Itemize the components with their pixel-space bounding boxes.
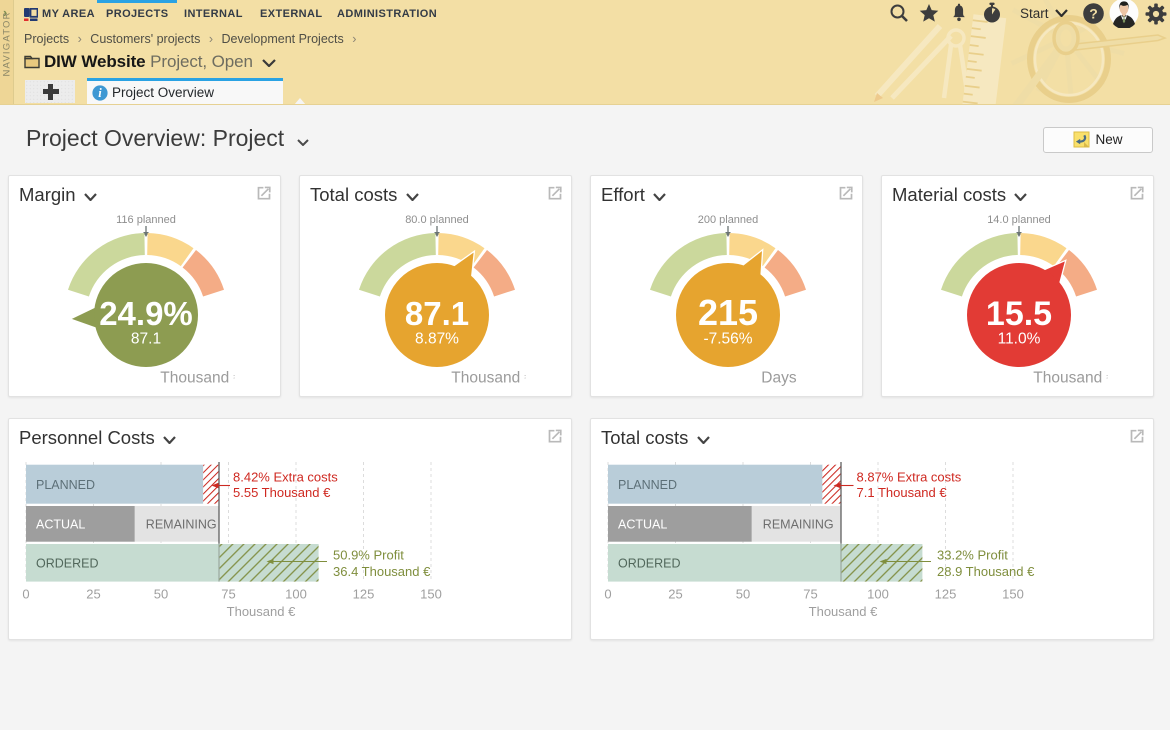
svg-text:REMAINING: REMAINING bbox=[146, 517, 217, 531]
svg-text:8.87%: 8.87% bbox=[415, 331, 459, 348]
svg-text:ORDERED: ORDERED bbox=[618, 556, 681, 570]
svg-text:14.0 planned: 14.0 planned bbox=[987, 214, 1051, 226]
svg-text:Days: Days bbox=[761, 370, 797, 387]
svg-text:50: 50 bbox=[736, 587, 750, 602]
svg-text:Thousand €: Thousand € bbox=[160, 370, 242, 387]
svg-text:15.5: 15.5 bbox=[986, 295, 1052, 333]
svg-text:215: 215 bbox=[698, 292, 758, 333]
svg-text:75: 75 bbox=[803, 587, 817, 602]
svg-text:0: 0 bbox=[604, 587, 611, 602]
svg-text:8.87% Extra costs: 8.87% Extra costs bbox=[857, 470, 962, 485]
svg-text:PLANNED: PLANNED bbox=[618, 478, 677, 492]
svg-text:87.1: 87.1 bbox=[131, 331, 161, 348]
svg-text:150: 150 bbox=[1002, 587, 1024, 602]
svg-text:PLANNED: PLANNED bbox=[36, 478, 95, 492]
svg-text:11.0%: 11.0% bbox=[998, 331, 1041, 348]
svg-text:125: 125 bbox=[353, 587, 375, 602]
svg-text:Thousand €: Thousand € bbox=[227, 604, 296, 619]
svg-text:28.9 Thousand €: 28.9 Thousand € bbox=[937, 564, 1035, 579]
svg-text:ACTUAL: ACTUAL bbox=[36, 517, 85, 531]
svg-text:Thousand €: Thousand € bbox=[1033, 370, 1115, 387]
svg-text:ACTUAL: ACTUAL bbox=[618, 517, 667, 531]
svg-text:50.9% Profit: 50.9% Profit bbox=[333, 548, 404, 563]
svg-text:150: 150 bbox=[420, 587, 442, 602]
svg-text:ORDERED: ORDERED bbox=[36, 556, 99, 570]
svg-text:75: 75 bbox=[221, 587, 235, 602]
svg-text:25: 25 bbox=[86, 587, 100, 602]
svg-text:0: 0 bbox=[22, 587, 29, 602]
svg-text:36.4 Thousand €: 36.4 Thousand € bbox=[333, 564, 431, 579]
svg-text:24.9%: 24.9% bbox=[99, 295, 193, 332]
svg-text:REMAINING: REMAINING bbox=[763, 517, 834, 531]
svg-text:8.42% Extra costs: 8.42% Extra costs bbox=[233, 470, 338, 485]
svg-text:-7.56%: -7.56% bbox=[703, 331, 752, 348]
svg-text:100: 100 bbox=[867, 587, 889, 602]
svg-text:200 planned: 200 planned bbox=[698, 214, 759, 226]
svg-text:Thousand €: Thousand € bbox=[809, 604, 878, 619]
svg-text:25: 25 bbox=[668, 587, 682, 602]
svg-text:100: 100 bbox=[285, 587, 307, 602]
svg-text:?: ? bbox=[1089, 5, 1098, 21]
svg-text:7.1 Thousand €: 7.1 Thousand € bbox=[857, 485, 948, 500]
svg-text:116 planned: 116 planned bbox=[116, 214, 176, 226]
svg-text:87.1: 87.1 bbox=[405, 295, 469, 332]
svg-text:5.55 Thousand €: 5.55 Thousand € bbox=[233, 485, 331, 500]
svg-text:125: 125 bbox=[935, 587, 957, 602]
svg-text:80.0 planned: 80.0 planned bbox=[405, 214, 469, 226]
svg-text:Thousand €: Thousand € bbox=[451, 370, 533, 387]
svg-text:33.2% Profit: 33.2% Profit bbox=[937, 548, 1008, 563]
svg-text:50: 50 bbox=[154, 587, 168, 602]
svg-text:i: i bbox=[98, 86, 102, 100]
